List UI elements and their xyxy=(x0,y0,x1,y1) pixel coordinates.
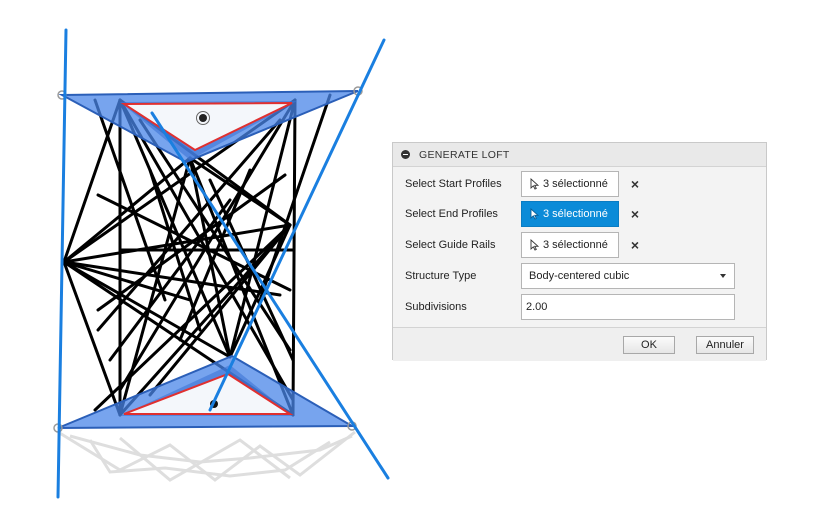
end-profiles-value: 3 sélectionné xyxy=(543,208,608,220)
row-structure-type: Structure Type Body-centered cubic xyxy=(393,263,766,289)
collapse-icon[interactable] xyxy=(401,150,410,159)
pointer-cursor-icon xyxy=(530,239,539,251)
panel-footer: OK Annuler xyxy=(393,327,766,361)
end-profile[interactable] xyxy=(53,354,357,433)
panel-title: GENERATE LOFT xyxy=(419,148,510,161)
end-profiles-label: Select End Profiles xyxy=(405,208,498,220)
end-profiles-selector[interactable]: 3 sélectionné xyxy=(521,201,619,227)
row-end-profiles: Select End Profiles 3 sélectionné × xyxy=(393,201,766,227)
close-icon[interactable]: × xyxy=(629,177,641,191)
start-profiles-value: 3 sélectionné xyxy=(543,178,608,190)
start-profiles-selector[interactable]: 3 sélectionné xyxy=(521,171,619,197)
cancel-button[interactable]: Annuler xyxy=(696,336,754,354)
subdivisions-input[interactable] xyxy=(521,294,735,320)
guide-rails-value: 3 sélectionné xyxy=(543,239,608,251)
ok-button[interactable]: OK xyxy=(623,336,675,354)
subdivisions-label: Subdivisions xyxy=(405,301,467,313)
pointer-cursor-icon xyxy=(530,178,539,190)
row-subdivisions: Subdivisions xyxy=(393,294,766,320)
close-icon[interactable]: × xyxy=(629,207,641,221)
structure-type-select[interactable]: Body-centered cubic xyxy=(521,263,735,289)
start-profiles-label: Select Start Profiles xyxy=(405,178,502,190)
guide-rails-label: Select Guide Rails xyxy=(405,239,496,251)
panel-header[interactable]: GENERATE LOFT xyxy=(393,143,766,167)
structure-type-value: Body-centered cubic xyxy=(529,270,630,282)
chevron-down-icon xyxy=(720,274,726,278)
generate-loft-panel: GENERATE LOFT Select Start Profiles 3 sé… xyxy=(392,142,767,361)
row-guide-rails: Select Guide Rails 3 sélectionné × xyxy=(393,232,766,258)
guide-rails-selector[interactable]: 3 sélectionné xyxy=(521,232,619,258)
row-start-profiles: Select Start Profiles 3 sélectionné × xyxy=(393,171,766,197)
close-icon[interactable]: × xyxy=(629,238,641,252)
structure-type-label: Structure Type xyxy=(405,270,477,282)
ground-shadow xyxy=(57,430,356,482)
pointer-cursor-icon xyxy=(530,208,539,220)
